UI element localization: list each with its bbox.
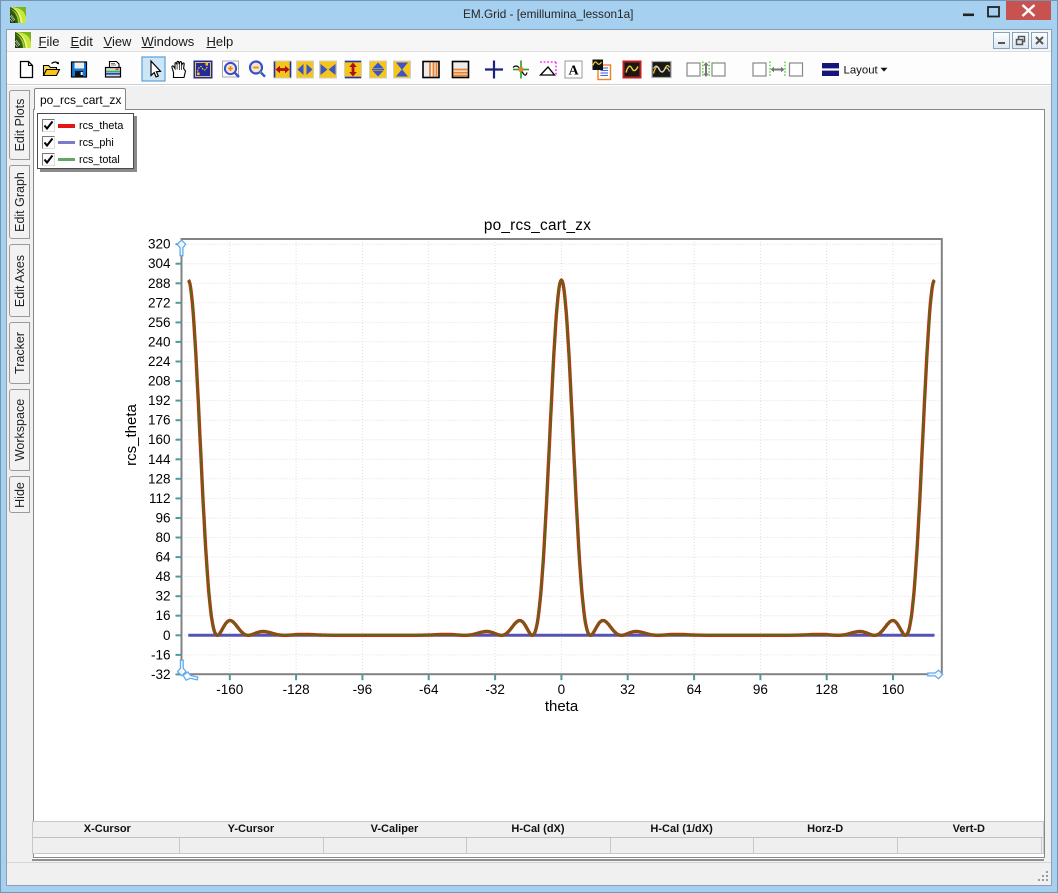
svg-text:48: 48: [155, 569, 170, 584]
svg-text:80: 80: [155, 530, 170, 545]
svg-text:144: 144: [148, 452, 171, 467]
svg-text:64: 64: [687, 682, 703, 697]
svg-text:224: 224: [148, 354, 171, 369]
svg-text:256: 256: [148, 315, 171, 330]
svg-text:160: 160: [148, 432, 171, 447]
svg-text:272: 272: [148, 295, 171, 310]
svg-text:288: 288: [148, 276, 171, 291]
svg-text:128: 128: [148, 471, 171, 486]
svg-text:po_rcs_cart_zx: po_rcs_cart_zx: [484, 217, 591, 234]
svg-text:112: 112: [149, 491, 171, 506]
svg-text:32: 32: [155, 589, 170, 604]
svg-text:64: 64: [155, 550, 171, 565]
svg-text:-64: -64: [419, 682, 439, 697]
svg-text:304: 304: [148, 256, 171, 271]
svg-text:128: 128: [815, 682, 838, 697]
svg-text:-96: -96: [353, 682, 373, 697]
svg-text:96: 96: [155, 511, 170, 526]
svg-text:-32: -32: [485, 682, 505, 697]
svg-text:32: 32: [620, 682, 635, 697]
svg-text:A: A: [568, 64, 579, 79]
svg-text:96: 96: [753, 682, 768, 697]
svg-text:-160: -160: [216, 682, 243, 697]
svg-text:-128: -128: [283, 682, 310, 697]
svg-text:160: 160: [882, 682, 905, 697]
svg-text:0: 0: [558, 682, 566, 697]
svg-text:-32: -32: [151, 667, 171, 682]
svg-text:-16: -16: [151, 647, 171, 662]
svg-text:theta: theta: [545, 698, 579, 715]
svg-text:208: 208: [148, 374, 171, 389]
svg-text:rcs_theta: rcs_theta: [123, 403, 140, 465]
svg-text:320: 320: [148, 237, 171, 252]
svg-text:0: 0: [163, 628, 171, 643]
svg-text:240: 240: [148, 334, 171, 349]
svg-text:176: 176: [148, 413, 171, 428]
svg-text:192: 192: [148, 393, 171, 408]
svg-text:16: 16: [155, 608, 170, 623]
svg-text:Layout: Layout: [844, 65, 879, 77]
